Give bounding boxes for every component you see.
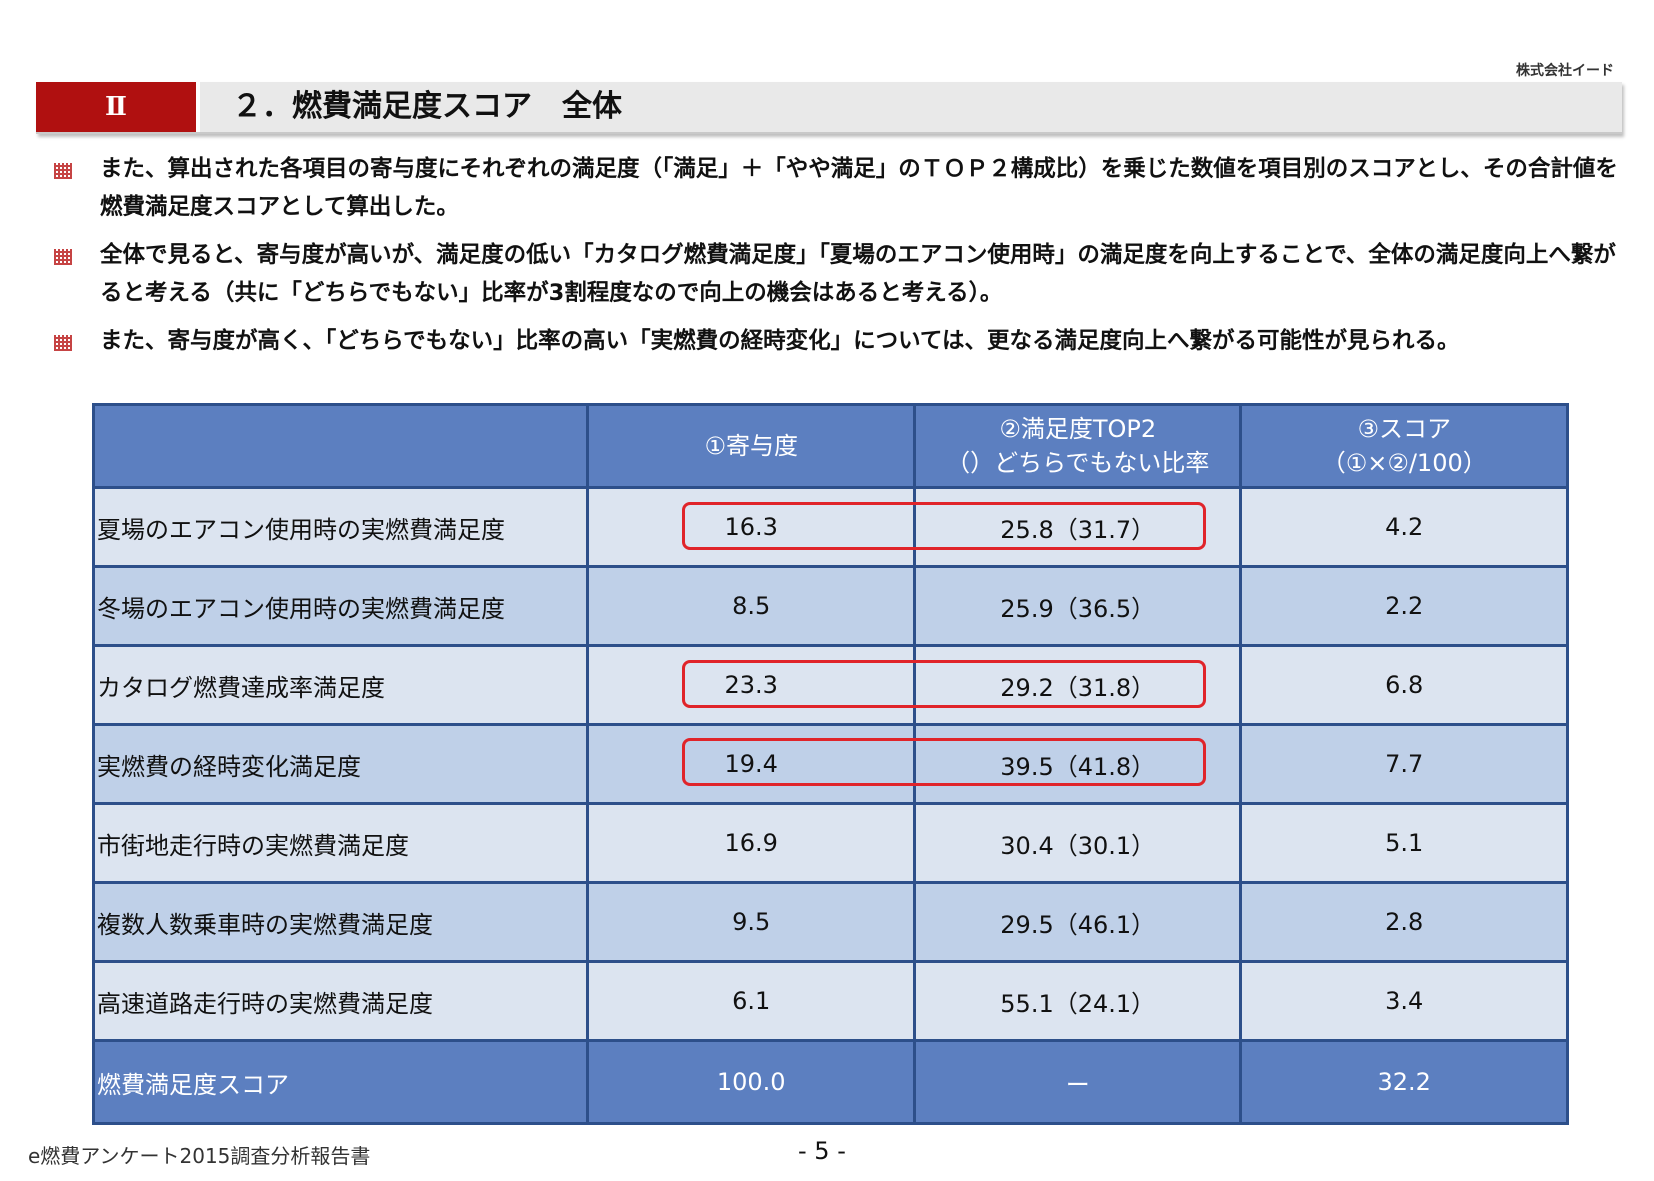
row-score: 2.2 bbox=[1239, 565, 1569, 647]
row-contribution: 9.5 bbox=[586, 881, 916, 963]
header-satisfaction-top2: ②満足度TOP2 （）どちらでもない比率 bbox=[912, 403, 1243, 489]
row-contribution: 6.1 bbox=[586, 960, 916, 1042]
row-label: 冬場のエアコン使用時の実燃費満足度 bbox=[91, 565, 590, 647]
total-score: 32.2 bbox=[1239, 1039, 1569, 1125]
header-score-line1: ③スコア bbox=[1357, 415, 1451, 443]
grid-bullet-icon bbox=[54, 335, 72, 351]
header-top2-line1: ②満足度TOP2 bbox=[999, 415, 1157, 443]
highlight-box-summer-ac bbox=[682, 502, 1206, 550]
row-top2: 29.5（46.1） bbox=[912, 881, 1243, 963]
row-contribution: 8.5 bbox=[586, 565, 916, 647]
row-score: 3.4 bbox=[1239, 960, 1569, 1042]
total-label: 燃費満足度スコア bbox=[91, 1039, 590, 1125]
grid-bullet-icon bbox=[54, 163, 72, 179]
table-row: 複数人数乗車時の実燃費満足度 9.5 29.5（46.1） 2.8 bbox=[91, 881, 1569, 963]
bullet-item: また、算出された各項目の寄与度にそれぞれの満足度（「満足」＋「やや満足」のＴＯＰ… bbox=[54, 150, 1624, 226]
row-score: 2.8 bbox=[1239, 881, 1569, 963]
highlight-box-aging bbox=[682, 738, 1206, 786]
bullet-text: また、寄与度が高く、「どちらでもない」比率の高い「実燃費の経時変化」については、… bbox=[100, 328, 1460, 354]
highlight-box-catalog bbox=[682, 660, 1206, 708]
row-label: カタログ燃費達成率満足度 bbox=[91, 644, 590, 726]
header-score-line2: （①×②/100） bbox=[1321, 449, 1487, 477]
row-contribution: 16.9 bbox=[586, 802, 916, 884]
row-score: 5.1 bbox=[1239, 802, 1569, 884]
report-name: e燃費アンケート2015調査分析報告書 bbox=[28, 1144, 371, 1168]
row-top2: 30.4（30.1） bbox=[912, 802, 1243, 884]
page-title: ２．燃費満足度スコア 全体 bbox=[232, 89, 622, 124]
bullet-list: また、算出された各項目の寄与度にそれぞれの満足度（「満足」＋「やや満足」のＴＯＰ… bbox=[54, 150, 1624, 370]
row-score: 4.2 bbox=[1239, 486, 1569, 568]
header-contribution: ①寄与度 bbox=[586, 403, 916, 489]
total-top2: ー bbox=[912, 1039, 1243, 1125]
page-number: - 5 - bbox=[798, 1137, 846, 1165]
bullet-item: また、寄与度が高く、「どちらでもない」比率の高い「実燃費の経時変化」については、… bbox=[54, 322, 1624, 360]
row-label: 高速道路走行時の実燃費満足度 bbox=[91, 960, 590, 1042]
row-label: 実燃費の経時変化満足度 bbox=[91, 723, 590, 805]
row-label: 夏場のエアコン使用時の実燃費満足度 bbox=[91, 486, 590, 568]
total-row: 燃費満足度スコア 100.0 ー 32.2 bbox=[91, 1039, 1569, 1125]
header-top2-line2: （）どちらでもない比率 bbox=[946, 449, 1210, 477]
row-label: 市街地走行時の実燃費満足度 bbox=[91, 802, 590, 884]
bullet-text: 全体で見ると、寄与度が高いが、満足度の低い「カタログ燃費満足度」「夏場のエアコン… bbox=[100, 242, 1616, 306]
section-number-label: Ⅱ bbox=[36, 82, 200, 132]
bullet-text: また、算出された各項目の寄与度にそれぞれの満足度（「満足」＋「やや満足」のＴＯＰ… bbox=[100, 156, 1618, 220]
table-row: 市街地走行時の実燃費満足度 16.9 30.4（30.1） 5.1 bbox=[91, 802, 1569, 884]
total-contribution: 100.0 bbox=[586, 1039, 916, 1125]
row-top2: 25.9（36.5） bbox=[912, 565, 1243, 647]
header-item bbox=[91, 403, 590, 489]
row-label: 複数人数乗車時の実燃費満足度 bbox=[91, 881, 590, 963]
company-name: 株式会社イード bbox=[1516, 63, 1614, 79]
header-score: ③スコア （①×②/100） bbox=[1239, 403, 1569, 489]
row-top2: 55.1（24.1） bbox=[912, 960, 1243, 1042]
row-score: 7.7 bbox=[1239, 723, 1569, 805]
row-score: 6.8 bbox=[1239, 644, 1569, 726]
table-row: 高速道路走行時の実燃費満足度 6.1 55.1（24.1） 3.4 bbox=[91, 960, 1569, 1042]
table-header-row: ①寄与度 ②満足度TOP2 （）どちらでもない比率 ③スコア （①×②/100） bbox=[91, 403, 1569, 489]
grid-bullet-icon bbox=[54, 249, 72, 265]
bullet-item: 全体で見ると、寄与度が高いが、満足度の低い「カタログ燃費満足度」「夏場のエアコン… bbox=[54, 236, 1624, 312]
table-row: 冬場のエアコン使用時の実燃費満足度 8.5 25.9（36.5） 2.2 bbox=[91, 565, 1569, 647]
